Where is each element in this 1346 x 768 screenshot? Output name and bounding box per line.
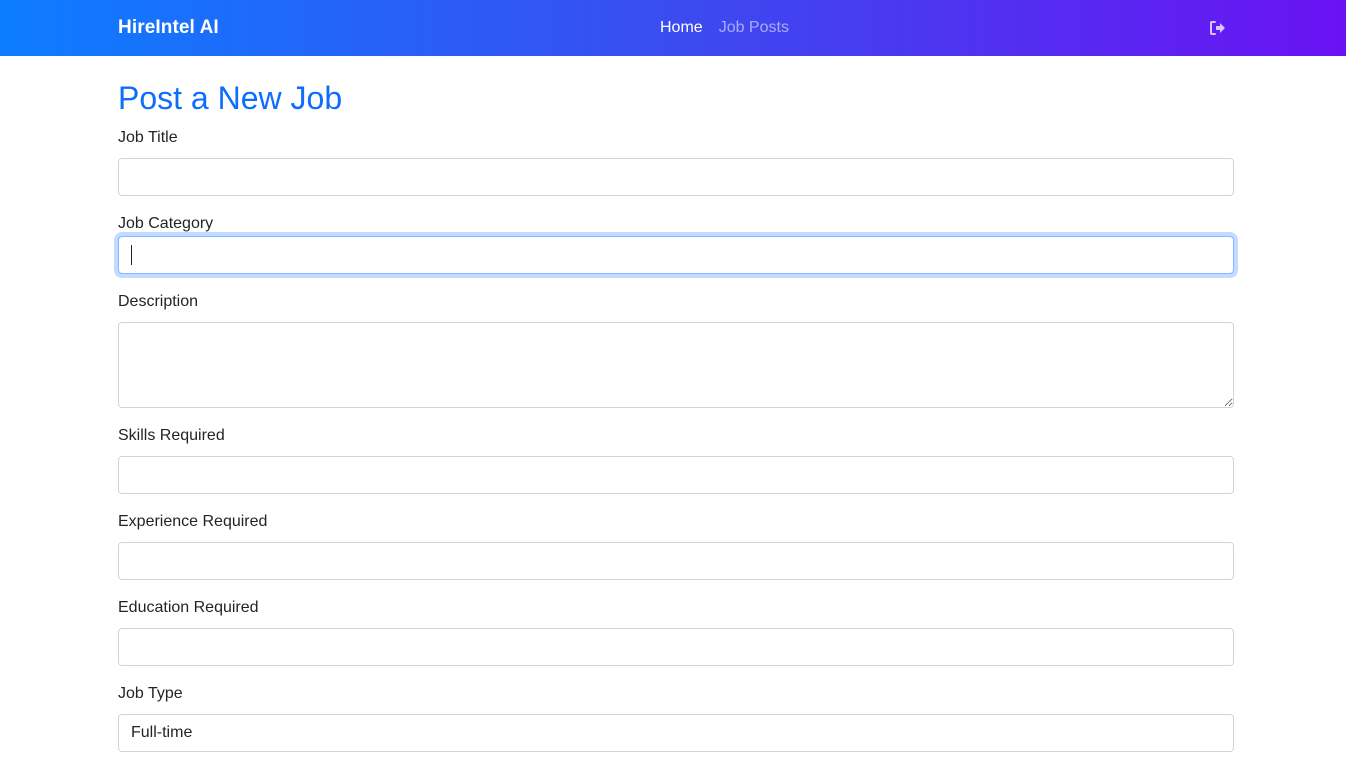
experience-required-input[interactable] (118, 542, 1234, 580)
skills-required-label: Skills Required (118, 427, 225, 444)
job-title-label: Job Title (118, 129, 178, 146)
navbar: HireIntel AI Home Job Posts (0, 0, 1346, 56)
text-caret (131, 245, 132, 265)
skills-required-input[interactable] (118, 456, 1234, 494)
description-textarea[interactable] (118, 322, 1234, 408)
nav-links: Home Job Posts (660, 19, 789, 37)
job-type-select[interactable] (118, 714, 1234, 752)
description-label: Description (118, 293, 199, 310)
nav-link-job-posts[interactable]: Job Posts (719, 19, 789, 37)
education-required-input[interactable] (118, 628, 1234, 666)
page-title: Post a New Job (118, 80, 343, 116)
job-type-label: Job Type (118, 685, 183, 702)
brand-logo[interactable]: HireIntel AI (118, 17, 219, 39)
job-category-label: Job Category (118, 215, 214, 232)
job-category-input[interactable] (118, 236, 1234, 274)
nav-link-home[interactable]: Home (660, 19, 703, 37)
experience-required-label: Experience Required (118, 513, 268, 530)
sign-out-icon[interactable] (1209, 19, 1227, 37)
job-title-input[interactable] (118, 158, 1234, 196)
job-type-selected-value: Full-time (131, 724, 193, 741)
education-required-label: Education Required (118, 599, 259, 616)
